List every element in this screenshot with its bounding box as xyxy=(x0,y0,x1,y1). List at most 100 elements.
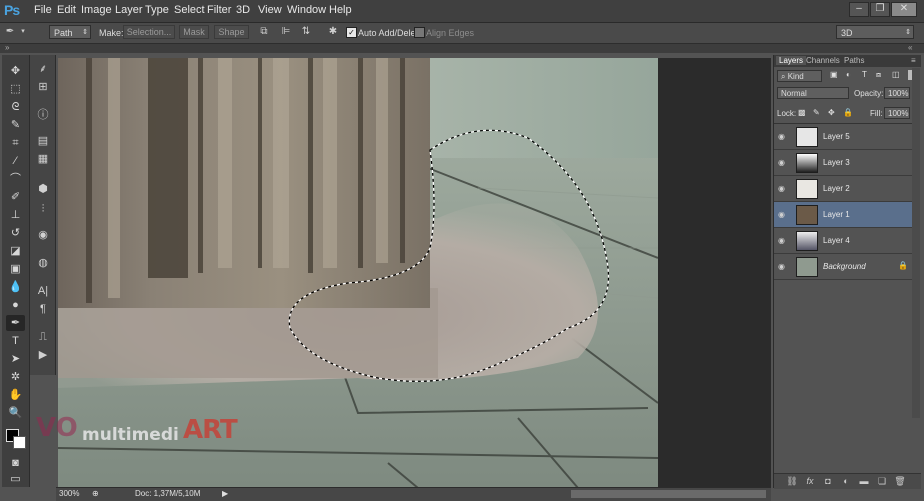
menu-help[interactable]: Help xyxy=(329,4,352,16)
3d-panel-icon[interactable]: ⬢ xyxy=(34,181,52,197)
eye-icon[interactable]: ◉ xyxy=(778,210,788,219)
eye-icon[interactable]: ◉ xyxy=(778,158,788,167)
menu-window[interactable]: Window xyxy=(287,4,326,16)
panel-menu-icon[interactable]: ≡ xyxy=(911,56,916,65)
properties-icon[interactable]: ⫶ xyxy=(34,201,52,217)
make-shape-button[interactable]: Shape xyxy=(214,25,249,39)
path-operations-icon[interactable]: ⧉ xyxy=(258,26,270,38)
quick-selection-tool-icon[interactable]: ✎ xyxy=(6,117,25,133)
restore-icon[interactable]: ❐ xyxy=(870,2,890,17)
filter-adjustment-icon[interactable]: ◐ xyxy=(846,70,851,79)
layer-row-selected[interactable]: ◉ Layer 1 xyxy=(774,202,913,228)
filter-pixel-icon[interactable]: ▣ xyxy=(830,70,838,79)
eraser-tool-icon[interactable]: ◪ xyxy=(6,243,25,259)
timeline-icon[interactable]: ⎍ xyxy=(34,329,52,345)
collapse-left-icon[interactable]: » xyxy=(5,43,9,52)
layer-style-icon[interactable]: fx xyxy=(804,476,816,486)
auto-add-delete-checkbox[interactable]: ✓ xyxy=(346,27,357,38)
gradient-tool-icon[interactable]: ▣ xyxy=(6,261,25,277)
eye-icon[interactable]: ◉ xyxy=(778,262,788,271)
color-panel-icon[interactable]: ◍ xyxy=(34,255,52,271)
horizontal-scrollbar[interactable] xyxy=(571,490,766,498)
new-group-icon[interactable]: ▬ xyxy=(858,476,870,486)
tab-channels[interactable]: Channels xyxy=(806,56,840,65)
menu-select[interactable]: Select xyxy=(174,4,205,16)
filter-type-icon[interactable]: T xyxy=(862,70,867,79)
info-panel-icon[interactable]: ⓘ xyxy=(34,107,52,123)
swatches-icon[interactable]: ◉ xyxy=(34,227,52,243)
shape-tool-icon[interactable]: ✲ xyxy=(6,369,25,385)
eye-icon[interactable]: ◉ xyxy=(778,132,788,141)
make-selection-button[interactable]: Selection... xyxy=(123,25,175,39)
opacity-input[interactable]: 100% xyxy=(884,87,910,99)
path-alignment-icon[interactable]: ⊫ xyxy=(280,26,292,38)
layer-row[interactable]: ◉ Background 🔒 xyxy=(774,254,913,280)
close-icon[interactable]: ✕ xyxy=(891,2,917,17)
layer-row[interactable]: ◉ Layer 2 xyxy=(774,176,913,202)
lock-all-icon[interactable]: 🔒 xyxy=(843,108,853,117)
eyedropper-tool-icon[interactable]: ⁄ xyxy=(6,153,25,169)
gear-icon[interactable]: ✱ xyxy=(327,26,339,38)
eye-icon[interactable]: ◉ xyxy=(778,236,788,245)
minimize-icon[interactable]: – xyxy=(849,2,869,17)
path-selection-tool-icon[interactable]: ➤ xyxy=(6,351,25,367)
menu-filter[interactable]: Filter xyxy=(207,4,231,16)
collapse-right-icon[interactable]: « xyxy=(908,43,912,52)
menu-image[interactable]: Image xyxy=(81,4,112,16)
lasso-tool-icon[interactable]: ᘓ xyxy=(6,99,25,115)
filter-smart-object-icon[interactable]: ◫ xyxy=(892,70,900,79)
add-mask-icon[interactable]: ◘ xyxy=(822,476,834,486)
adjustment-layer-icon[interactable]: ◐ xyxy=(840,476,852,486)
layer-row[interactable]: ◉ Layer 4 xyxy=(774,228,913,254)
healing-brush-tool-icon[interactable]: ⌒ xyxy=(6,171,25,187)
filter-shape-icon[interactable]: ⧈ xyxy=(876,70,881,80)
layer-filter-select[interactable]: ⌕ Kind xyxy=(777,70,822,82)
move-tool-icon[interactable]: ✥ xyxy=(6,63,25,79)
background-color-swatch[interactable] xyxy=(13,436,26,449)
make-mask-button[interactable]: Mask xyxy=(179,25,209,39)
lock-transparent-icon[interactable]: ▩ xyxy=(798,108,806,117)
lock-pixels-icon[interactable]: ✎ xyxy=(813,108,820,117)
play-icon[interactable]: ▶ xyxy=(34,347,52,363)
fill-input[interactable]: 100% xyxy=(884,107,910,119)
pen-tool-preset-icon[interactable]: ✒ xyxy=(4,26,16,38)
menu-3d[interactable]: 3D xyxy=(236,4,250,16)
history-brush-tool-icon[interactable]: ↺ xyxy=(6,225,25,241)
layer-row[interactable]: ◉ Layer 5 xyxy=(774,124,913,150)
tab-paths[interactable]: Paths xyxy=(844,56,864,65)
paragraph-panel-icon[interactable]: ¶ xyxy=(34,301,52,317)
crop-tool-icon[interactable]: ⌗ xyxy=(6,135,25,151)
new-layer-icon[interactable]: ❏ xyxy=(876,476,888,486)
actions-panel-icon[interactable]: ▦ xyxy=(34,151,52,167)
zoom-level[interactable]: 300% xyxy=(59,489,79,498)
dodge-tool-icon[interactable]: ● xyxy=(6,297,25,313)
quick-mask-icon[interactable]: ◙ xyxy=(6,455,25,471)
layer-row[interactable]: ◉ Layer 3 xyxy=(774,150,913,176)
clone-source-icon[interactable]: ⊞ xyxy=(34,79,52,95)
menu-file[interactable]: File xyxy=(34,4,52,16)
menu-type[interactable]: Type xyxy=(145,4,169,16)
blend-mode-select[interactable]: Normal xyxy=(777,87,849,99)
menu-edit[interactable]: Edit xyxy=(57,4,76,16)
screen-mode-icon[interactable]: ▭ xyxy=(6,471,25,487)
chevron-down-icon[interactable]: ▾ xyxy=(17,26,29,38)
status-menu-arrow-icon[interactable]: ▶ xyxy=(222,489,228,498)
character-panel-icon[interactable]: A| xyxy=(34,283,52,299)
type-tool-icon[interactable]: T xyxy=(6,333,25,349)
eye-icon[interactable]: ◉ xyxy=(778,184,788,193)
menu-view[interactable]: View xyxy=(258,4,282,16)
workspace-select[interactable]: 3D ⇕ xyxy=(836,25,914,39)
lock-position-icon[interactable]: ✥ xyxy=(828,108,835,117)
link-layers-icon[interactable]: ⛓ xyxy=(786,476,798,486)
tab-layers[interactable]: Layers xyxy=(776,56,807,65)
brush-tool-icon[interactable]: ✐ xyxy=(6,189,25,205)
pen-tool-icon[interactable]: ✒ xyxy=(6,315,25,331)
layers-scrollbar[interactable] xyxy=(912,68,920,418)
document-canvas[interactable] xyxy=(58,58,658,488)
align-edges-checkbox[interactable] xyxy=(414,27,425,38)
zoom-tool-icon[interactable]: 🔍 xyxy=(6,405,25,421)
brush-presets-icon[interactable]: ⸙ xyxy=(34,61,52,77)
path-arrangement-icon[interactable]: ⇅ xyxy=(300,26,312,38)
histogram-icon[interactable]: ▤ xyxy=(34,133,52,149)
blur-tool-icon[interactable]: 💧 xyxy=(6,279,25,295)
